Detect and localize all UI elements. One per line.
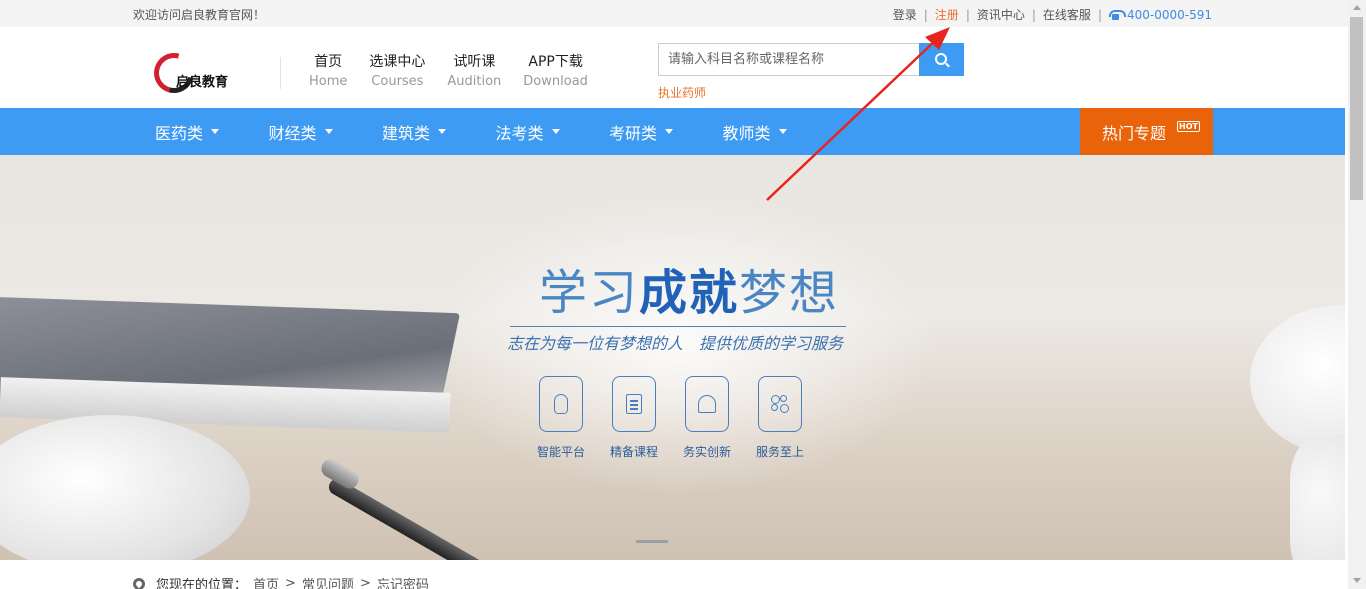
hot-keyword-link[interactable]: 执业药师 [658, 84, 706, 101]
caret-down-icon [778, 129, 787, 134]
category-label: 考研类 [609, 123, 658, 143]
separator: | [965, 7, 970, 22]
category-finance[interactable]: 财经类 [259, 108, 373, 155]
nav-item-courses[interactable]: 选课中心 Courses [358, 52, 436, 92]
hot-topics-label: 热门专题 [1102, 123, 1167, 143]
nav-label-cn: 试听课 [453, 54, 496, 70]
hero-banner[interactable]: 学习成就梦想 志在为每一位有梦想的人 提供优质的学习服务 智能平台 精备课程 务… [0, 155, 1345, 560]
feature-icon-box [685, 376, 729, 432]
caret-down-icon [438, 129, 447, 134]
header: 启良教育 首页 Home 选课中心 Courses 试听课 Audition A… [0, 27, 1348, 108]
logo-text: 启良教育 [176, 75, 229, 90]
location-pin-icon [130, 575, 148, 589]
phone-text: 400-0000-591 [1126, 7, 1212, 22]
breadcrumb-separator: > [359, 576, 371, 589]
banner-subtitle-1: 志在为每一位有梦想的人 [507, 334, 684, 353]
nav-label-cn: 首页 [314, 54, 343, 70]
feature-service: 服务至上 [756, 376, 804, 460]
nav-item-home[interactable]: 首页 Home [298, 52, 358, 92]
breadcrumb-home[interactable]: 首页 [253, 574, 279, 589]
category-label: 法考类 [495, 123, 544, 143]
category-postgrad[interactable]: 考研类 [599, 108, 713, 155]
scrollbar-thumb[interactable] [1350, 17, 1363, 200]
register-link[interactable]: 注册 [935, 6, 959, 23]
search-button[interactable] [919, 43, 964, 76]
feature-label: 服务至上 [756, 445, 805, 459]
nav-item-audition[interactable]: 试听课 Audition [436, 52, 512, 92]
feature-icon-box [612, 376, 656, 432]
book-icon [626, 394, 642, 414]
feature-label: 精备课程 [610, 445, 659, 459]
nav-label-en: Home [309, 74, 348, 89]
banner-subtitle-2: 提供优质的学习服务 [699, 334, 844, 353]
category-construction[interactable]: 建筑类 [372, 108, 486, 155]
slogan-part: 梦想 [739, 265, 840, 321]
main-nav: 首页 Home 选课中心 Courses 试听课 Audition APP下载 … [298, 52, 599, 92]
lightbulb-icon [554, 394, 568, 414]
site-logo[interactable]: 启良教育 [146, 45, 238, 101]
caret-down-icon [665, 129, 674, 134]
top-links: 登录 | 注册 | 资讯中心 | 在线客服 | 400-0000-591 [893, 6, 1212, 23]
welcome-text: 欢迎访问启良教育官网！ [133, 8, 266, 22]
header-divider [280, 57, 281, 89]
phone-number: 400-0000-591 [1108, 7, 1212, 22]
feature-smart-platform: 智能平台 [537, 376, 585, 460]
category-nav: 医药类 财经类 建筑类 法考类 考研类 教师类 热门专题 HOT [0, 108, 1345, 155]
clover-icon [771, 395, 789, 413]
category-medicine[interactable]: 医药类 [145, 108, 259, 155]
breadcrumb: 您现在的位置： 首页 > 常见问题 > 忘记密码 [130, 574, 429, 589]
vertical-scrollbar[interactable] [1348, 0, 1366, 589]
category-teacher[interactable]: 教师类 [713, 108, 827, 155]
nav-label-cn: 选课中心 [369, 54, 426, 70]
caret-down-icon [211, 129, 220, 134]
separator: | [1097, 7, 1102, 22]
breadcrumb-current: 忘记密码 [376, 578, 429, 589]
category-label: 教师类 [722, 123, 771, 143]
feature-courses: 精备课程 [610, 376, 658, 460]
search-icon [934, 52, 947, 65]
feature-icon-box [758, 376, 802, 432]
breadcrumb-separator: > [285, 576, 296, 589]
hot-topics-button[interactable]: 热门专题 HOT [1080, 108, 1213, 155]
nav-label-en: Download [523, 74, 588, 89]
slogan-underline [510, 326, 846, 327]
phone-icon [1108, 9, 1126, 20]
feature-label: 智能平台 [537, 445, 586, 459]
category-label: 建筑类 [382, 123, 431, 143]
login-link[interactable]: 登录 [893, 6, 917, 23]
caret-down-icon [324, 129, 333, 134]
search-box [658, 43, 964, 76]
scroll-down-icon[interactable] [1353, 578, 1361, 583]
slogan-part-strong: 成就 [639, 265, 740, 321]
banner-cup-right-image [1250, 305, 1345, 455]
banner-cup-image [0, 415, 250, 560]
caret-down-icon [551, 129, 560, 134]
nav-label-en: Audition [447, 74, 502, 89]
category-label: 医药类 [155, 123, 204, 143]
nav-item-download[interactable]: APP下载 Download [512, 52, 599, 92]
news-center-link[interactable]: 资讯中心 [977, 6, 1025, 23]
category-label: 财经类 [268, 123, 317, 143]
top-bar: 欢迎访问启良教育官网！ 登录 | 注册 | 资讯中心 | 在线客服 | 400-… [0, 0, 1348, 27]
category-law[interactable]: 法考类 [486, 108, 600, 155]
banner-cup-right2-image [1290, 435, 1345, 560]
breadcrumb-label: 您现在的位置： [156, 578, 248, 589]
nav-label-cn: APP下载 [528, 54, 583, 70]
banner-features: 智能平台 精备课程 务实创新 服务至上 [537, 376, 804, 460]
slogan-part: 学习 [539, 265, 640, 321]
feature-label: 务实创新 [683, 445, 732, 459]
separator: | [1031, 7, 1036, 22]
separator: | [923, 7, 928, 22]
feature-innovation: 务实创新 [683, 376, 731, 460]
hot-badge: HOT [1177, 121, 1200, 132]
breadcrumb-faq[interactable]: 常见问题 [302, 574, 354, 589]
search-input[interactable] [658, 43, 919, 76]
feature-icon-box [539, 376, 583, 432]
banner-slogan: 学习成就梦想 [539, 253, 839, 323]
nav-label-en: Courses [371, 74, 424, 89]
online-service-link[interactable]: 在线客服 [1043, 6, 1091, 23]
scroll-up-icon[interactable] [1353, 5, 1361, 10]
alarm-light-icon [698, 395, 716, 413]
slide-indicator[interactable] [636, 540, 668, 543]
